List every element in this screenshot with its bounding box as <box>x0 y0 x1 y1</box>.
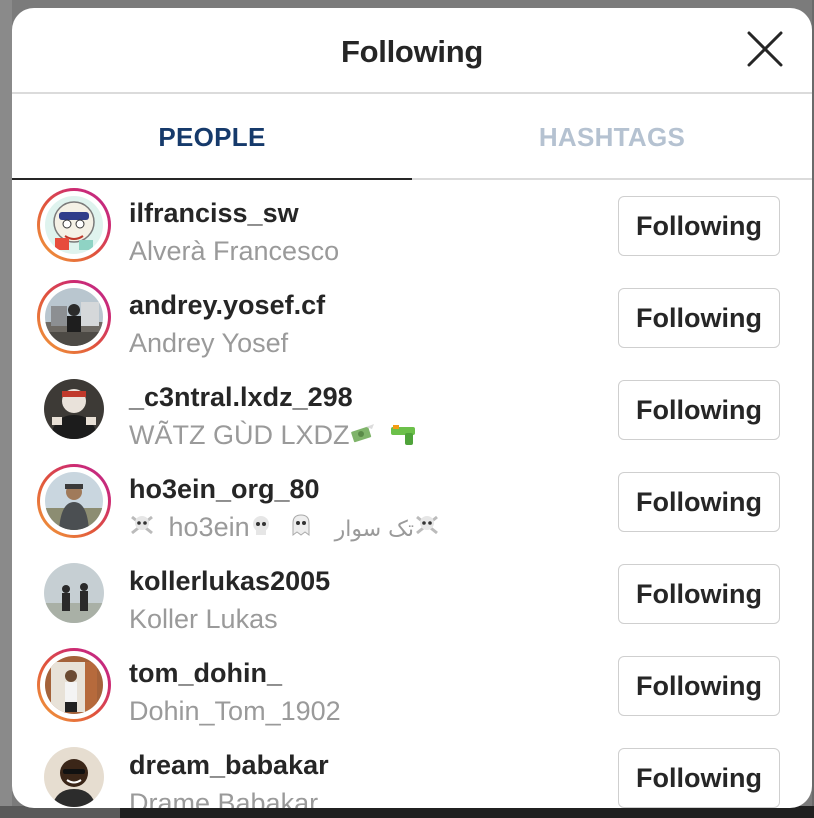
list-item: andrey.yosef.cf Andrey Yosef Following <box>12 274 812 366</box>
tab-bar: PEOPLE HASHTAGS <box>12 94 812 180</box>
avatar[interactable] <box>37 648 111 722</box>
username[interactable]: _c3ntral.lxdz_298 <box>129 382 353 413</box>
username[interactable]: kollerlukas2005 <box>129 566 330 597</box>
full-name: ho3ein تک سوار <box>129 512 440 544</box>
username[interactable]: andrey.yosef.cf <box>129 290 325 321</box>
full-name: Dohin_Tom_1902 <box>129 696 341 726</box>
username[interactable]: dream_babakar <box>129 750 329 781</box>
list-item: ho3ein_org_80 ho3ein تک سوار Following <box>12 458 812 550</box>
full-name-text: WÃTZ GÙD LXDZ <box>129 420 350 450</box>
full-name: WÃTZ GÙD LXDZ <box>129 420 419 452</box>
following-button[interactable]: Following <box>618 196 780 256</box>
avatar-image <box>44 563 104 623</box>
modal-title: Following <box>341 34 483 69</box>
skull-crossbones-icon <box>414 513 440 544</box>
full-name: Koller Lukas <box>129 604 278 634</box>
avatar[interactable] <box>44 563 104 623</box>
avatar-image <box>44 379 104 439</box>
ghost-icon <box>289 513 313 544</box>
full-name: Drame Babakar <box>129 788 319 808</box>
avatar[interactable] <box>37 464 111 538</box>
username[interactable]: ilfranciss_sw <box>129 198 299 229</box>
avatar-image <box>44 747 104 807</box>
avatar[interactable] <box>37 188 111 262</box>
avatar-image <box>45 656 103 714</box>
following-modal: Following PEOPLE HASHTAGS ilfranciss_sw … <box>12 8 812 808</box>
list-item: ilfranciss_sw Alverà Francesco Following <box>12 182 812 274</box>
username[interactable]: tom_dohin_ <box>129 658 282 689</box>
skull-crossbones-icon <box>129 513 155 544</box>
close-button[interactable] <box>746 30 784 68</box>
tab-hashtags[interactable]: HASHTAGS <box>412 94 812 180</box>
avatar[interactable] <box>44 379 104 439</box>
following-button[interactable]: Following <box>618 564 780 624</box>
active-tab-indicator <box>12 178 412 180</box>
full-name-rtl-text: تک سوار <box>334 517 414 542</box>
username[interactable]: ho3ein_org_80 <box>129 474 320 505</box>
close-icon <box>747 31 783 67</box>
skull-icon <box>250 513 272 544</box>
following-list[interactable]: ilfranciss_sw Alverà Francesco Following <box>12 182 812 808</box>
list-item: _c3ntral.lxdz_298 WÃTZ GÙD LXDZ Followin… <box>12 366 812 458</box>
following-button[interactable]: Following <box>618 380 780 440</box>
avatar[interactable] <box>44 747 104 807</box>
backdrop <box>0 0 12 818</box>
avatar[interactable] <box>37 280 111 354</box>
following-button[interactable]: Following <box>618 748 780 808</box>
list-item: kollerlukas2005 Koller Lukas Following <box>12 550 812 642</box>
following-button[interactable]: Following <box>618 656 780 716</box>
list-item: tom_dohin_ Dohin_Tom_1902 Following <box>12 642 812 734</box>
following-button[interactable]: Following <box>618 472 780 532</box>
tab-people[interactable]: PEOPLE <box>12 94 412 180</box>
full-name: Alverà Francesco <box>129 236 340 266</box>
list-item: dream_babakar Drame Babakar Following <box>12 734 812 808</box>
avatar-image <box>45 288 103 346</box>
full-name: Andrey Yosef <box>129 328 289 358</box>
full-name-text: ho3ein <box>168 512 250 542</box>
modal-header: Following <box>12 8 812 94</box>
money-with-wings-icon <box>350 421 376 452</box>
avatar-image <box>45 196 103 254</box>
avatar-image <box>45 472 103 530</box>
following-button[interactable]: Following <box>618 288 780 348</box>
water-pistol-icon <box>389 421 419 452</box>
